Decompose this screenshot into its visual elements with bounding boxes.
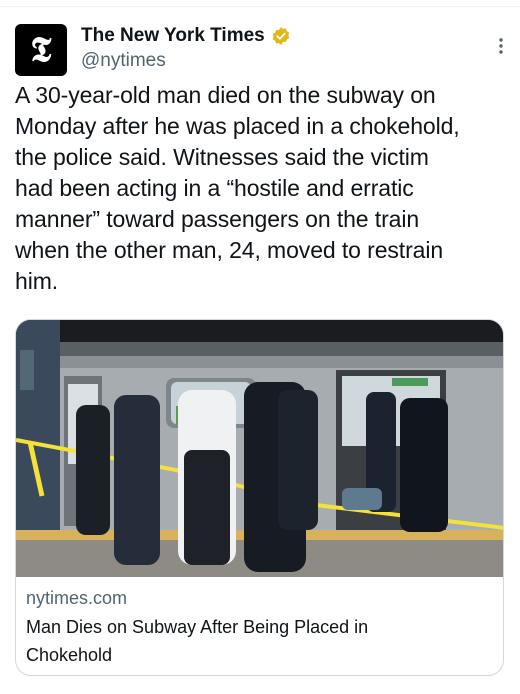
- link-card-title[interactable]: Man Dies on Subway After Being Placed in…: [26, 613, 496, 669]
- link-card[interactable]: nytimes.com Man Dies on Subway After Bei…: [15, 319, 504, 676]
- author-name-row: The New York Times: [81, 24, 291, 48]
- more-options-icon[interactable]: [494, 36, 508, 56]
- tweet-header: 𝕿 The New York Times @nytimes: [15, 22, 510, 78]
- link-card-meta: nytimes.com Man Dies on Subway After Bei…: [26, 585, 496, 669]
- author-handle[interactable]: @nytimes: [81, 49, 166, 73]
- avatar[interactable]: 𝕿: [15, 24, 67, 76]
- nyt-logo-icon: 𝕿: [30, 30, 52, 70]
- tweet-text: A 30-year-old man died on the subway on …: [15, 82, 460, 294]
- link-card-domain: nytimes.com: [26, 588, 128, 608]
- author-display-name[interactable]: The New York Times: [81, 24, 265, 48]
- verified-badge-icon[interactable]: [271, 26, 291, 46]
- link-card-image[interactable]: [16, 320, 504, 577]
- top-divider: [0, 6, 520, 7]
